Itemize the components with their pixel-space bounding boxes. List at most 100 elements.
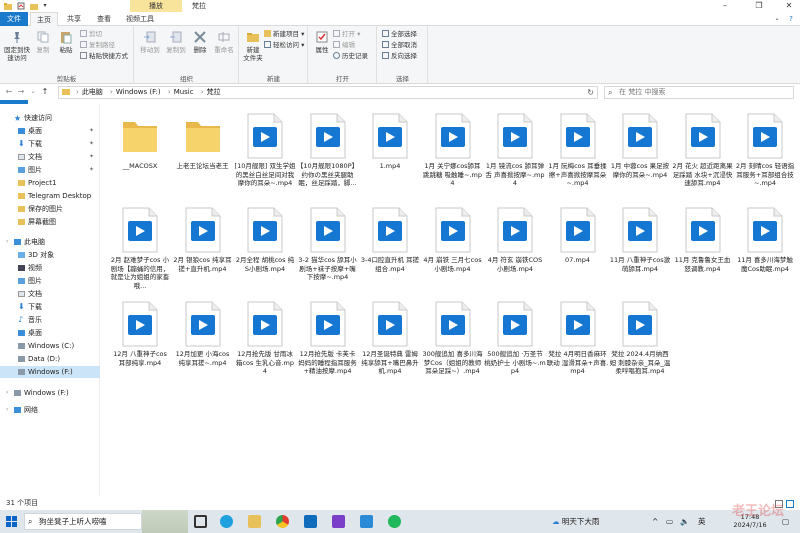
nav-music[interactable]: ♪ 音乐 (0, 314, 100, 326)
video-file-item[interactable]: 300舰追加 喜多川海梦Cos（姐姐的教师耳朵足踩~）.mp4 (422, 296, 484, 388)
video-file-item[interactable]: 11月 八重神子cos激萌舔耳.mp4 (609, 202, 671, 294)
video-file-item[interactable]: 【10月舰限1080P】约你の黑丝夹腿助眠，丝足踩踏，脚... (297, 108, 359, 200)
nav-project1[interactable]: Project1 (0, 177, 100, 189)
pin-icon[interactable]: ✦ (89, 164, 94, 176)
cut-button[interactable]: 剪切 (80, 30, 102, 39)
nav-pc-pictures[interactable]: 图片 (0, 275, 100, 287)
video-file-item[interactable]: 12月抢先版 卡芙卡妈妈的睡程指耳服务+精油按摩.mp4 (297, 296, 359, 388)
new-folder-icon[interactable] (30, 2, 38, 10)
copy-path-button[interactable]: 复制路径 (80, 41, 115, 50)
recent-dropdown-icon[interactable]: ⌄ (28, 86, 38, 98)
copy-to-button[interactable]: 复制到 (163, 30, 189, 54)
pin-quick-access-button[interactable]: 固定到快 速访问 (2, 30, 32, 62)
qa-dropdown-icon[interactable]: ▾ (40, 0, 50, 12)
video-file-item[interactable]: 12月 八重神子cos 耳部纯享.mp4 (109, 296, 171, 388)
video-file-item[interactable]: 4月 崩铁 三月七cos 小剧场.mp4 (422, 202, 484, 294)
video-file-item[interactable]: 3-2 猫华cos 舔耳小剧场+袜子按摩+嘴下按摩~.mp4 (297, 202, 359, 294)
video-file-item[interactable]: 2月 刻晴cos 轻语指耳服务+耳部组合技~.mp4 (734, 108, 796, 200)
collapse-ribbon-icon[interactable]: ⌄ (770, 12, 784, 26)
video-file-item[interactable]: 1.mp4 (359, 108, 421, 200)
snipping-tool-icon[interactable] (360, 515, 373, 528)
move-to-button[interactable]: 移动到 (137, 30, 163, 54)
volume-icon[interactable]: 🔈 (680, 510, 689, 533)
windows-start-icon[interactable] (6, 516, 17, 527)
video-file-item[interactable]: 3-4口腔直升机 耳搓组合.mp4 (359, 202, 421, 294)
history-button[interactable]: 历史记录 (333, 52, 368, 61)
nav-telegram[interactable]: Telegram Desktop (0, 190, 100, 202)
tab-home[interactable]: 主页 (30, 12, 58, 26)
video-file-item[interactable]: 1月 关宁娜cos舔耳 跳跳糖 吸触睡~.mp4 (422, 108, 484, 200)
nav-network[interactable]: › 网络 (0, 404, 100, 416)
nav-this-pc[interactable]: › 此电脑 (0, 236, 100, 248)
address-bar[interactable]: › 此电脑 › Windows (F:) › Music › 梵拉 ↻ (58, 86, 598, 99)
properties-icon[interactable] (17, 2, 25, 10)
tab-view[interactable]: 查看 (90, 12, 118, 26)
video-file-item[interactable]: 12月加更 小海cos 纯享耳搓~.mp4 (172, 296, 234, 388)
paste-button[interactable]: 粘贴 (54, 30, 78, 54)
delete-button[interactable]: 删除 (189, 30, 211, 54)
video-file-item[interactable]: [10月舰限] 双生学姐的黑丝白丝足间对我摩你的耳朵~.mp4 (234, 108, 296, 200)
nav-pictures[interactable]: 图片 ✦ (0, 164, 100, 176)
nav-saved-pictures[interactable]: 保存的图片 (0, 203, 100, 215)
video-file-item[interactable]: 07.mp4 (547, 202, 609, 294)
chrome-icon[interactable] (276, 515, 289, 528)
paste-shortcut-button[interactable]: 粘贴快捷方式 (80, 52, 128, 61)
open-button[interactable]: 打开 ▾ (333, 30, 360, 39)
task-view-icon[interactable] (194, 515, 207, 528)
properties-button[interactable]: 属性 (311, 30, 333, 54)
folder-item[interactable]: __MACOSX (109, 108, 171, 200)
breadcrumb-folder[interactable]: 梵拉 (207, 88, 221, 96)
breadcrumb-this-pc[interactable]: 此电脑 (82, 88, 103, 96)
pin-icon[interactable]: ✦ (89, 151, 94, 163)
video-file-item[interactable]: 1月 中蓉cos 果足按摩你的耳朵~.mp4 (609, 108, 671, 200)
nav-drive-d[interactable]: Data (D:) (0, 353, 100, 365)
breadcrumb-music[interactable]: Music (174, 88, 194, 96)
help-icon[interactable]: ? (784, 12, 798, 26)
search-input[interactable]: ⌕ 在 梵拉 中搜索 (604, 86, 794, 99)
tab-share[interactable]: 共享 (60, 12, 88, 26)
new-item-button[interactable]: 新建项目 ▾ (264, 30, 304, 39)
visual-studio-icon[interactable] (332, 515, 345, 528)
up-arrow-icon[interactable]: ↑ (40, 86, 50, 98)
folder-item[interactable]: 上老王论坛当老王 (172, 108, 234, 200)
nav-3d-objects[interactable]: 3D 对象 (0, 249, 100, 261)
video-file-item[interactable]: 4月 符玄 崩铁COS 小剧场.mp4 (484, 202, 546, 294)
edge-icon[interactable] (220, 515, 233, 528)
pin-icon[interactable]: ✦ (89, 138, 94, 150)
nav-documents[interactable]: 文档 ✦ (0, 151, 100, 163)
nav-downloads[interactable]: ⬇ 下载 ✦ (0, 138, 100, 150)
select-all-button[interactable]: 全部选择 (382, 30, 417, 39)
nav-screenshots[interactable]: 屏幕截图 (0, 216, 100, 228)
forward-arrow-icon[interactable]: → (16, 86, 26, 98)
network-status-icon[interactable]: ▭ (666, 510, 673, 533)
video-file-item[interactable]: 2月 银狼cos 纯享耳搓+直升机.mp4 (172, 202, 234, 294)
select-none-button[interactable]: 全部取消 (382, 41, 417, 50)
nav-drive-f[interactable]: Windows (F:) (0, 366, 100, 378)
nav-videos[interactable]: 视频 (0, 262, 100, 274)
input-method[interactable]: 英 (698, 510, 706, 533)
breadcrumb-drive[interactable]: Windows (F:) (116, 88, 161, 96)
video-file-item[interactable]: 11月 喜多川海梦触魔Cos助眠.mp4 (734, 202, 796, 294)
back-arrow-icon[interactable]: ← (4, 86, 14, 98)
taskbar-search[interactable]: ⌕ 狗坐凳子上听人唠嗑 (24, 513, 142, 530)
file-explorer-icon[interactable] (248, 515, 261, 528)
nav-desktop[interactable]: 桌面 ✦ (0, 125, 100, 137)
tab-video-tools[interactable]: 视频工具 (120, 12, 160, 26)
nav-drive-f-root[interactable]: › Windows (F:) (0, 387, 100, 399)
video-file-item[interactable]: 500舰追加 ·万圣节桃奶护士 小剧场~.mp4 (484, 296, 546, 388)
nav-pc-desktop[interactable]: 桌面 (0, 327, 100, 339)
copy-button[interactable]: 复制 (32, 30, 54, 54)
large-icons-view-icon[interactable] (786, 500, 794, 508)
invert-selection-button[interactable]: 反向选择 (382, 52, 417, 61)
weather-widget[interactable]: ☁ 明天下大雨 (552, 510, 599, 533)
nav-pc-downloads[interactable]: ⬇ 下载 (0, 301, 100, 313)
close-icon[interactable]: ✕ (778, 0, 800, 12)
edit-button[interactable]: 编辑 (333, 41, 355, 50)
tray-chevron-icon[interactable]: ^ (652, 510, 658, 533)
maximize-icon[interactable]: ❐ (748, 0, 770, 12)
video-file-item[interactable]: 1月 阮梅cos 耳垂揉擦+声喜掀按摩耳朵~.mp4 (547, 108, 609, 200)
easy-access-button[interactable]: 轻松访问 ▾ (264, 41, 304, 50)
video-file-item[interactable]: 2月 赵难梦子cos 小剧场【蹦蛹的信用，就是让为姐姐的家畜哦... (109, 202, 171, 294)
pin-icon[interactable]: ✦ (89, 125, 94, 137)
video-file-item[interactable]: 12月抢先版 甘雨冰箱cos 生乳心音.mp4 (234, 296, 296, 388)
